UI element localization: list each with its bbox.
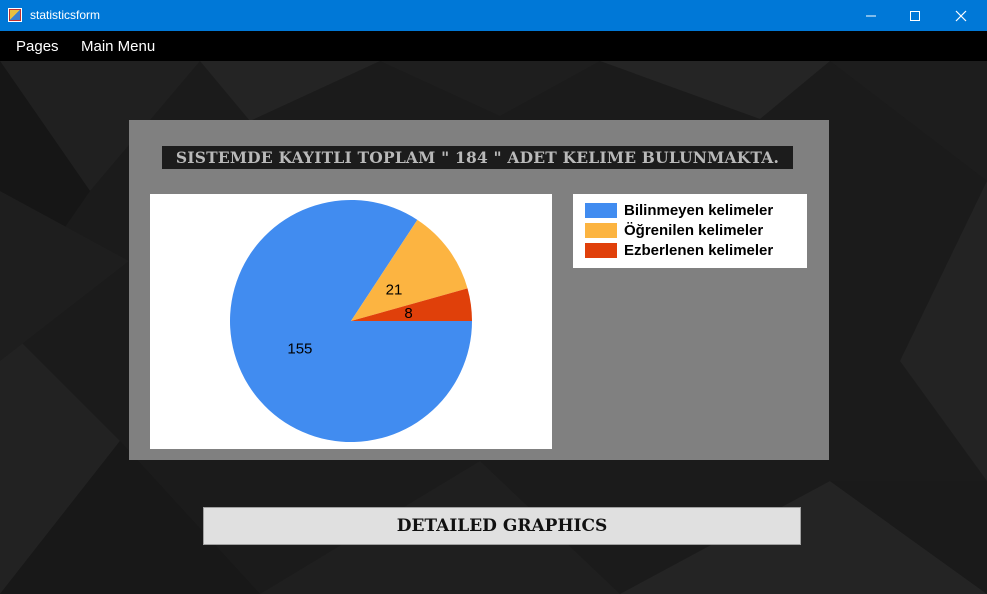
window-title: statisticsform bbox=[30, 8, 101, 22]
legend-label: Ezberlenen kelimeler bbox=[624, 241, 774, 259]
content-area: SISTEMDE KAYITLI TOPLAM " 184 " ADET KEL… bbox=[0, 61, 987, 594]
minimize-icon bbox=[866, 15, 876, 16]
legend-swatch bbox=[585, 242, 617, 258]
minimize-button[interactable] bbox=[848, 0, 894, 31]
legend-swatch bbox=[585, 222, 617, 238]
title-bar: statisticsform bbox=[0, 0, 987, 31]
legend-swatch bbox=[585, 202, 617, 218]
close-button[interactable] bbox=[938, 0, 984, 31]
maximize-button[interactable] bbox=[892, 0, 938, 31]
menu-item-main-menu[interactable]: Main Menu bbox=[81, 38, 155, 55]
menu-bar: Pages Main Menu bbox=[0, 31, 987, 61]
close-icon bbox=[955, 10, 967, 21]
pie-data-label: 8 bbox=[404, 305, 412, 322]
statistics-panel: SISTEMDE KAYITLI TOPLAM " 184 " ADET KEL… bbox=[129, 120, 829, 460]
pie-chart: 155 21 8 bbox=[150, 194, 552, 449]
total-words-headline: SISTEMDE KAYITLI TOPLAM " 184 " ADET KEL… bbox=[162, 146, 793, 169]
legend-item-ezberlenen: Ezberlenen kelimeler bbox=[585, 241, 774, 259]
pie-data-label: 21 bbox=[386, 282, 403, 299]
app-icon bbox=[8, 8, 22, 22]
legend-label: Bilinmeyen kelimeler bbox=[624, 201, 774, 219]
legend-item-bilinmeyen: Bilinmeyen kelimeler bbox=[585, 201, 774, 219]
pie-chart-svg: 155 218 bbox=[230, 199, 472, 442]
pie-data-label: 155 bbox=[287, 341, 312, 358]
chart-legend: Bilinmeyen kelimeler Öğrenilen kelimeler… bbox=[573, 194, 807, 268]
maximize-icon bbox=[910, 10, 920, 21]
legend-label: Öğrenilen kelimeler bbox=[624, 221, 764, 239]
detailed-graphics-button[interactable]: DETAILED GRAPHICS bbox=[203, 507, 801, 545]
legend-item-ogrenilen: Öğrenilen kelimeler bbox=[585, 221, 764, 239]
menu-item-pages[interactable]: Pages bbox=[16, 38, 59, 55]
